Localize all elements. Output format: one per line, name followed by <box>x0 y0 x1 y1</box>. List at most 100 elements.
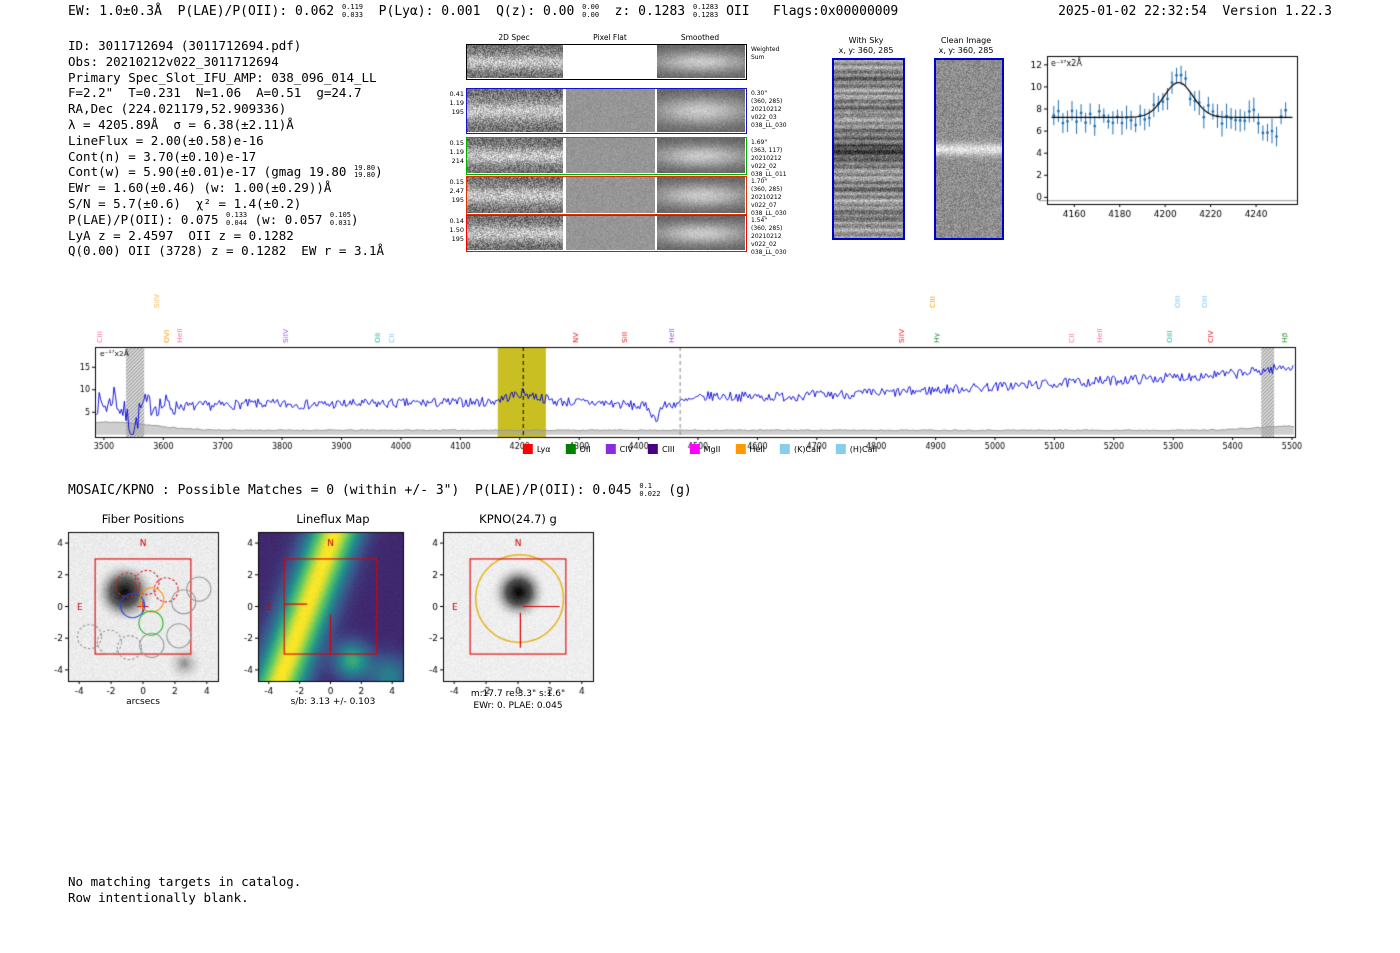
info-plae: P(LAE)/P(OII): 0.075 0.133 0.044 (w: 0.05… <box>68 211 384 228</box>
clean-image <box>934 58 1004 240</box>
spec2d-title-2dspec: 2D Spec <box>498 33 530 42</box>
spec2d-left-label: 214 <box>451 156 464 165</box>
spec2d-left-label: 0.41 <box>449 90 464 98</box>
spec2d-left-label: 195 <box>451 195 464 204</box>
footer-line-1: No matching targets in catalog. <box>68 874 302 889</box>
header-plae-fraction: 0.119 0.033 <box>342 3 363 19</box>
info-lambda: λ = 4205.89Å σ = 6.38(±2.11)Å <box>68 116 294 132</box>
legend-swatch <box>647 444 658 454</box>
info-plae-mid: (w: 0.057 <box>247 211 330 227</box>
smoothed-cutout <box>657 138 745 173</box>
spec2d-right-label: Sum <box>751 54 765 62</box>
legend-swatch <box>780 444 791 454</box>
spec2d-right-label: 1.70" <box>751 178 768 185</box>
spec2d-left-label: 195 <box>451 234 464 243</box>
legend-label: CIV <box>619 444 633 454</box>
spec2d-row <box>466 88 747 134</box>
header-qz-bot: 0.00 <box>582 10 600 19</box>
spec2d-row <box>466 44 747 80</box>
info-id: ID: 3011712694 (3011712694.pdf) <box>68 38 302 53</box>
spec2d-right-label: 20210212 <box>751 155 782 163</box>
spec2d-right-label: 1.54" <box>751 217 768 224</box>
clean-image-xy: x, y: 360, 285 <box>938 46 994 55</box>
spec2d-row <box>466 215 747 252</box>
spec2d-right-label: 038_LL_030 <box>751 249 787 257</box>
legend-swatch <box>605 444 616 454</box>
spec2d-left-label: 0.15 <box>449 139 464 147</box>
legend-item: HeII <box>735 444 765 454</box>
legend-item: MgII <box>689 444 721 454</box>
info-contw-bot: 19.80 <box>353 171 376 180</box>
legend-swatch <box>835 444 846 454</box>
info-plae-bot1: 0.044 <box>226 218 248 227</box>
spec2d-right-label: 20210212 <box>751 194 782 202</box>
spec2d-left-label: 2.47 <box>449 186 464 195</box>
kpno-caption-1: m:17.7 re:3.3" s:1.6" <box>470 689 566 699</box>
spec2d-row-right-labels: 1.70" (360, 285) 20210212 v022_07 038_LL_030 <box>751 178 803 218</box>
spec2d-right-label: v022_03 <box>751 114 777 122</box>
lineflux-caption: s/b: 3.13 +/- 0.103 <box>290 697 376 707</box>
spec2d-row-left-labels: 0.15 2.47 195 <box>438 178 464 204</box>
spec2d-right-label: 20210212 <box>751 106 782 114</box>
pixelflat-cutout <box>566 177 655 213</box>
line-fit-plot <box>1015 50 1315 222</box>
smoothed-cutout <box>657 45 745 78</box>
header-ew-text: EW: 1.0±0.3Å P(LAE)/P(OII): 0.062 <box>68 4 342 20</box>
footer-line-2: Row intentionally blank. <box>68 889 249 905</box>
info-primary-slot: Primary Spec_Slot_IFU_AMP: 038_096_014_L… <box>68 69 377 85</box>
legend-label: HeII <box>749 444 766 454</box>
legend-label: MgII <box>703 444 721 454</box>
legend-swatch <box>522 444 533 454</box>
spec2d-row-right-labels: 0.30" (360, 285) 20210212 v022_03 038_LL_030 <box>751 90 803 130</box>
info-fwhm: F=2.2" T=0.231 N=1.06 A=0.51 g=24.7 <box>68 85 362 101</box>
legend-swatch <box>565 444 576 454</box>
legend-label: OII <box>579 444 591 454</box>
kpno-cutout <box>411 524 601 702</box>
header-z-bot: 0.1283 <box>692 10 719 19</box>
spec2d-cutout <box>467 45 563 78</box>
header-summary: EW: 1.0±0.3Å P(LAE)/P(OII): 0.062 0.119 0… <box>68 3 898 20</box>
spec2d-cutout <box>467 89 563 132</box>
info-plae-pre: P(LAE)/P(OII): 0.075 <box>68 211 227 227</box>
with-sky-image <box>832 58 905 240</box>
header-timestamp: 2025-01-02 22:32:54 Version 1.22.3 <box>1058 4 1332 19</box>
info-plae-bot2: 0.031 <box>329 218 351 227</box>
mosaic-matches-line: MOSAIC/KPNO : Possible Matches = 0 (with… <box>68 482 692 498</box>
spec2d-title-smoothed: Smoothed <box>680 33 720 42</box>
spectrum-legend: Lyα OII CIV CIII MgII HeII (K)CaII (H)CaII <box>522 444 878 454</box>
lineflux-map-cutout <box>226 524 411 702</box>
legend-label: CIII <box>661 444 675 454</box>
spec2d-left-label: 195 <box>451 107 464 116</box>
header-z-text: z: 0.1283 <box>599 4 693 20</box>
spec2d-row-right-labels: Weighted Sum <box>751 46 803 62</box>
legend-item: CIII <box>647 444 675 454</box>
spec2d-cutout <box>467 216 563 250</box>
legend-label: (H)CaII <box>849 444 878 454</box>
kpno-caption-2: EWr: 0. PLAE: 0.045 <box>473 701 563 711</box>
header-plya-text: P(Lyα): 0.001 Q(z): 0.00 <box>363 4 583 20</box>
fiber-positions-cutout <box>36 524 226 702</box>
spec2d-title-pixelflat: Pixel Flat <box>593 33 627 42</box>
pixelflat-cutout <box>566 216 655 250</box>
spec2d-right-label: (360, 285) <box>751 186 783 194</box>
fiber-xlabel: arcsecs <box>126 697 160 707</box>
info-lineflux: LineFlux = 2.00(±0.58)e-16 <box>68 132 264 148</box>
info-plae-fraction1: 0.133 0.044 <box>226 211 248 227</box>
detection-info-block: ID: 3011712694 (3011712694.pdf) Obs: 202… <box>68 38 384 259</box>
spec2d-right-label: 0.30" <box>751 90 768 97</box>
info-contw-pre: Cont(w) = 5.90(±0.01)e-17 (gmag 19.80 <box>68 164 354 180</box>
spec2d-left-label: 1.50 <box>449 225 464 234</box>
pixelflat-cutout <box>566 89 655 132</box>
mosaic-bot: 0.022 <box>639 489 661 498</box>
spec2d-right-label: v022_02 <box>751 241 777 249</box>
legend-item: OII <box>565 444 591 454</box>
elixer-report-page: EW: 1.0±0.3Å P(LAE)/P(OII): 0.062 0.119 0… <box>0 0 1400 953</box>
smoothed-cutout <box>657 177 745 213</box>
full-spectrum-plot <box>60 268 1340 450</box>
info-q-oii: Q(0.00) OII (3728) z = 0.1282 EW r = 3.1… <box>68 243 385 259</box>
spec2d-row-left-labels: 0.41 1.19 195 <box>438 90 464 116</box>
info-plae-fraction2: 0.105 0.031 <box>329 211 351 227</box>
smoothed-cutout <box>657 89 745 132</box>
info-radec: RA,Dec (224.021179,52.909336) <box>68 101 287 117</box>
spec2d-right-label: 20210212 <box>751 233 782 241</box>
